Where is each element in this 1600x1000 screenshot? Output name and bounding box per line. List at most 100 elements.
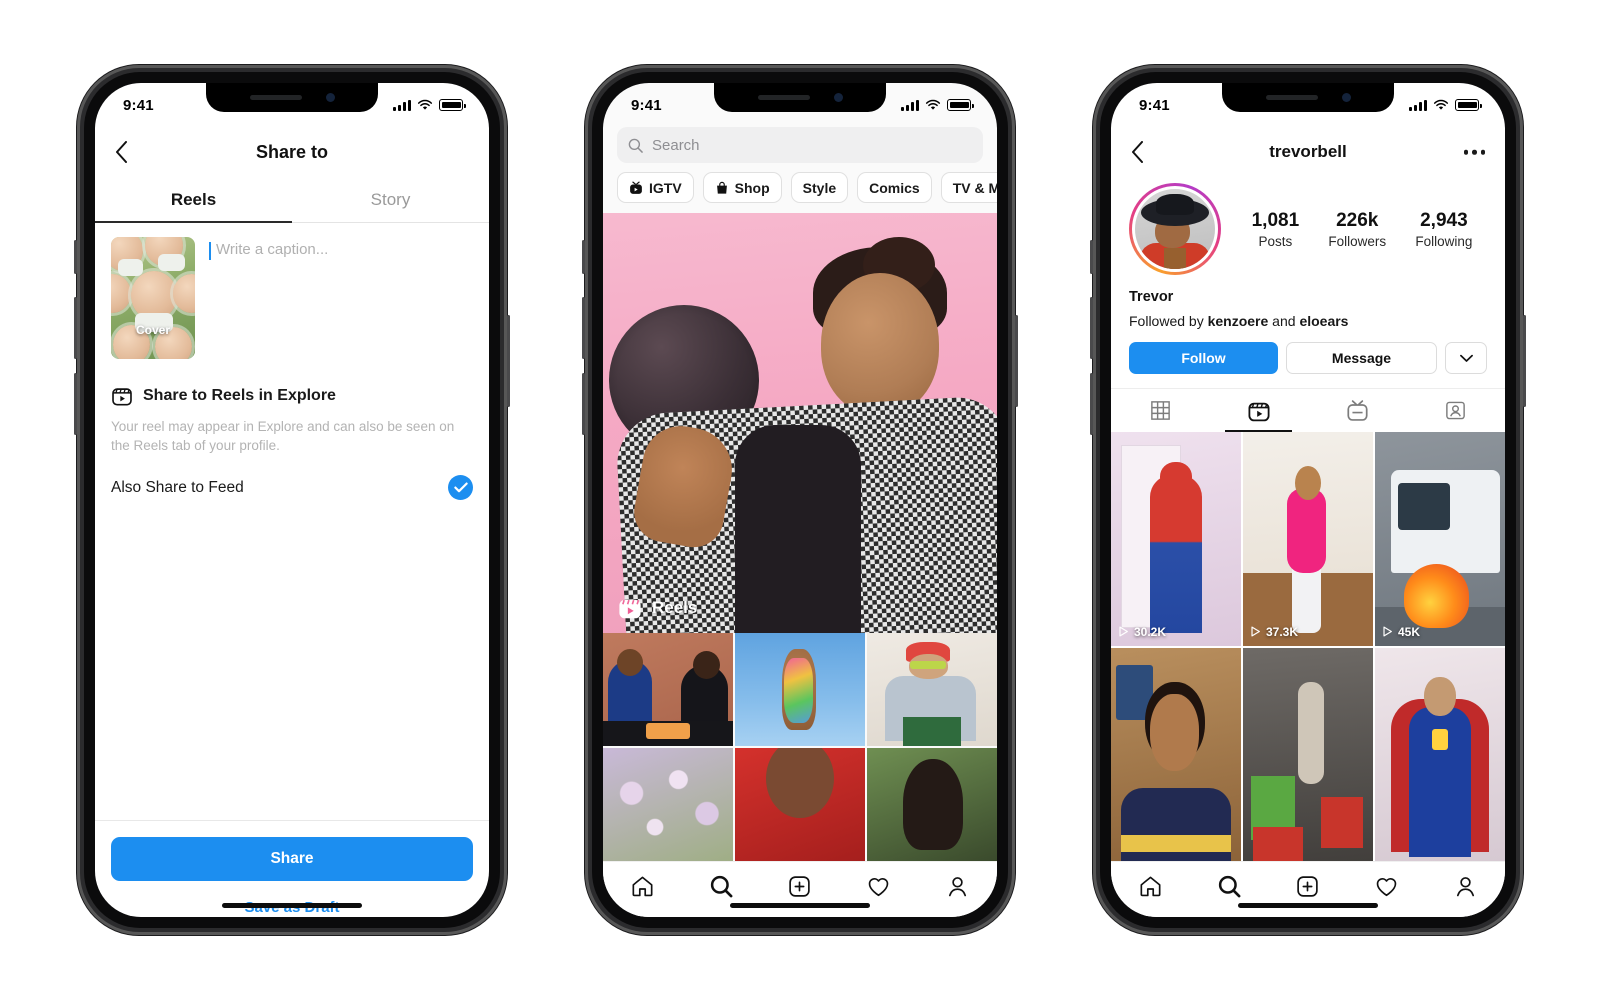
screen-explore: 9:41 Search IGTV Shop Style Comics TV & … bbox=[603, 83, 997, 917]
chip-comics[interactable]: Comics bbox=[857, 172, 932, 203]
view-count: 45K bbox=[1382, 625, 1420, 639]
chip-igtv[interactable]: IGTV bbox=[617, 172, 694, 203]
chip-comics-label: Comics bbox=[869, 179, 920, 196]
status-bar: 9:41 bbox=[95, 83, 489, 127]
chip-style[interactable]: Style bbox=[790, 172, 849, 203]
also-share-to-feed-row[interactable]: Also Share to Feed bbox=[95, 455, 489, 501]
grid-item[interactable] bbox=[735, 633, 865, 746]
home-indicator[interactable] bbox=[730, 903, 870, 908]
mute-switch[interactable] bbox=[74, 240, 77, 274]
back-chevron-icon[interactable] bbox=[115, 141, 128, 163]
view-count-value: 37.3K bbox=[1266, 624, 1299, 639]
tab-profile[interactable] bbox=[935, 867, 981, 907]
volume-down-button[interactable] bbox=[74, 373, 77, 435]
chip-shop[interactable]: Shop bbox=[702, 172, 782, 203]
play-icon bbox=[1251, 626, 1260, 637]
volume-down-button[interactable] bbox=[582, 373, 585, 435]
cover-thumbnail[interactable]: Cover bbox=[111, 237, 195, 359]
reels-badge: Reels bbox=[617, 595, 697, 621]
follow-button[interactable]: Follow bbox=[1129, 342, 1278, 374]
grid-item[interactable] bbox=[735, 748, 865, 861]
reel-thumbnail[interactable] bbox=[1111, 647, 1241, 861]
screen-profile: 9:41 trevorbell 1,081 Posts 226k Followe… bbox=[1111, 83, 1505, 917]
avatar[interactable] bbox=[1132, 186, 1218, 272]
followed-by-user-1[interactable]: kenzoere bbox=[1208, 313, 1269, 329]
status-bar: 9:41 bbox=[1111, 83, 1505, 127]
tab-profile[interactable] bbox=[1443, 867, 1489, 907]
power-button[interactable] bbox=[1015, 315, 1018, 407]
search-input[interactable]: Search bbox=[617, 127, 983, 163]
tab-story-label: Story bbox=[370, 189, 411, 209]
profile-username: trevorbell bbox=[1269, 142, 1347, 161]
profile-tab-grid[interactable] bbox=[1111, 389, 1210, 432]
tab-search[interactable] bbox=[698, 867, 744, 907]
mute-switch[interactable] bbox=[1090, 240, 1093, 274]
reel-thumbnail[interactable]: 30.2K bbox=[1111, 432, 1241, 646]
stat-following[interactable]: 2,943 Following bbox=[1415, 210, 1472, 249]
grid-item[interactable] bbox=[867, 633, 997, 746]
more-actions-dropdown[interactable] bbox=[1445, 342, 1487, 374]
featured-reel-cover[interactable]: Reels bbox=[603, 213, 997, 633]
reel-thumbnail[interactable]: 45K bbox=[1375, 432, 1505, 646]
phone-mockup-stage: 9:41 Share to Reels Story Cover Write a … bbox=[0, 0, 1600, 1000]
screen-share-to: 9:41 Share to Reels Story Cover Write a … bbox=[95, 83, 489, 917]
search-container: Search bbox=[603, 127, 997, 172]
stat-followers[interactable]: 226k Followers bbox=[1328, 210, 1386, 249]
back-chevron-icon[interactable] bbox=[1131, 141, 1144, 163]
caption-input[interactable]: Write a caption... bbox=[209, 237, 473, 359]
volume-down-button[interactable] bbox=[1090, 373, 1093, 435]
status-time: 9:41 bbox=[1139, 96, 1170, 114]
chip-style-label: Style bbox=[802, 179, 837, 196]
reel-thumbnail[interactable] bbox=[1375, 647, 1505, 861]
mute-switch[interactable] bbox=[582, 240, 585, 274]
more-options-icon[interactable] bbox=[1463, 149, 1485, 155]
grid-item[interactable] bbox=[867, 748, 997, 861]
tab-reels[interactable]: Reels bbox=[95, 177, 292, 223]
followed-by-user-2[interactable]: eloears bbox=[1299, 313, 1348, 329]
check-circle-icon[interactable] bbox=[448, 475, 473, 501]
caption-placeholder: Write a caption... bbox=[216, 241, 329, 258]
profile-nav-bar: trevorbell bbox=[1111, 127, 1505, 177]
tab-home[interactable] bbox=[1127, 867, 1173, 907]
chip-tv-and-movies[interactable]: TV & Movies bbox=[940, 172, 997, 203]
profile-bio: Trevor Followed by kenzoere and eloears bbox=[1111, 275, 1505, 329]
tab-home[interactable] bbox=[619, 867, 665, 907]
status-bar: 9:41 bbox=[603, 83, 997, 127]
stat-posts[interactable]: 1,081 Posts bbox=[1252, 210, 1300, 249]
text-caret bbox=[209, 242, 211, 260]
message-button[interactable]: Message bbox=[1286, 342, 1437, 374]
tab-create[interactable] bbox=[1285, 867, 1331, 907]
search-icon bbox=[628, 138, 643, 153]
followed-by-prefix: Followed by bbox=[1129, 313, 1208, 329]
story-ring[interactable] bbox=[1129, 183, 1221, 275]
tab-activity[interactable] bbox=[856, 867, 902, 907]
reel-thumbnail[interactable]: 37.3K bbox=[1243, 432, 1373, 646]
profile-tab-igtv[interactable] bbox=[1308, 389, 1407, 432]
category-chips[interactable]: IGTV Shop Style Comics TV & Movies bbox=[603, 172, 997, 213]
volume-up-button[interactable] bbox=[74, 297, 77, 359]
tab-activity[interactable] bbox=[1364, 867, 1410, 907]
profile-tab-reels[interactable] bbox=[1210, 389, 1309, 432]
grid-item[interactable] bbox=[603, 748, 733, 861]
status-time: 9:41 bbox=[123, 96, 154, 114]
bottom-tab-bar bbox=[603, 861, 997, 917]
battery-icon bbox=[947, 99, 974, 111]
tab-story[interactable]: Story bbox=[292, 177, 489, 222]
tab-search[interactable] bbox=[1206, 867, 1252, 907]
volume-up-button[interactable] bbox=[582, 297, 585, 359]
stat-following-label: Following bbox=[1415, 233, 1473, 249]
profile-tab-tagged[interactable] bbox=[1407, 389, 1506, 432]
grid-item[interactable] bbox=[603, 633, 733, 746]
followed-by-join: and bbox=[1268, 313, 1300, 329]
home-indicator[interactable] bbox=[222, 903, 362, 908]
tab-create[interactable] bbox=[777, 867, 823, 907]
chip-igtv-label: IGTV bbox=[649, 179, 682, 196]
face bbox=[821, 273, 939, 415]
volume-up-button[interactable] bbox=[1090, 297, 1093, 359]
reel-thumbnail[interactable] bbox=[1243, 647, 1373, 861]
home-indicator[interactable] bbox=[1238, 903, 1378, 908]
power-button[interactable] bbox=[1523, 315, 1526, 407]
share-button[interactable]: Share bbox=[111, 837, 473, 881]
power-button[interactable] bbox=[507, 315, 510, 407]
